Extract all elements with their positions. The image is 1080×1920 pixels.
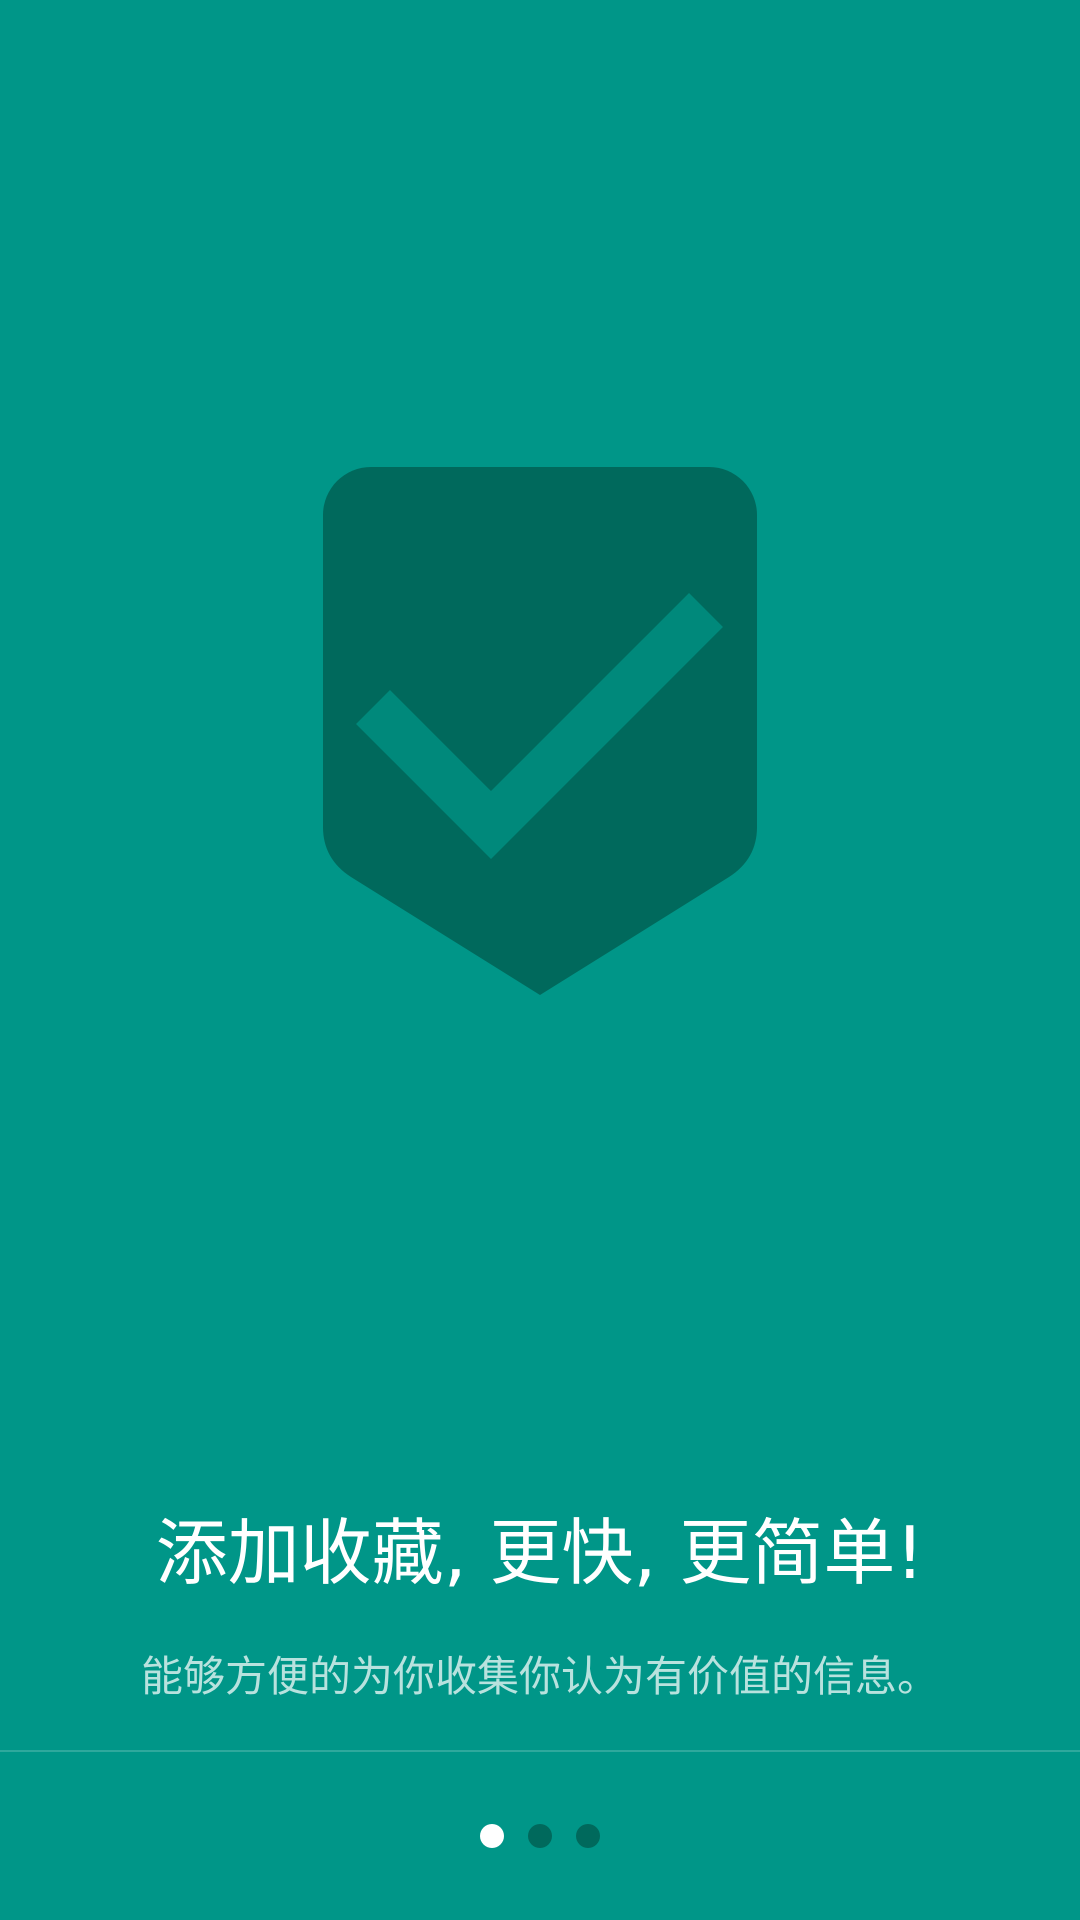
onboarding-screen: 添加收藏, 更快, 更简单! 能够方便的为你收集你认为有价值的信息。 [0,0,1080,1920]
page-dot-2[interactable] [528,1824,552,1848]
subtitle: 能够方便的为你收集你认为有价值的信息。 [140,1652,939,1701]
headline: 添加收藏, 更快, 更简单! [155,1511,925,1595]
check-shield-icon [323,467,757,997]
page-dot-1[interactable] [480,1824,504,1848]
divider [0,1750,1080,1752]
page-dot-3[interactable] [576,1824,600,1848]
page-indicator[interactable] [0,1812,1080,1860]
